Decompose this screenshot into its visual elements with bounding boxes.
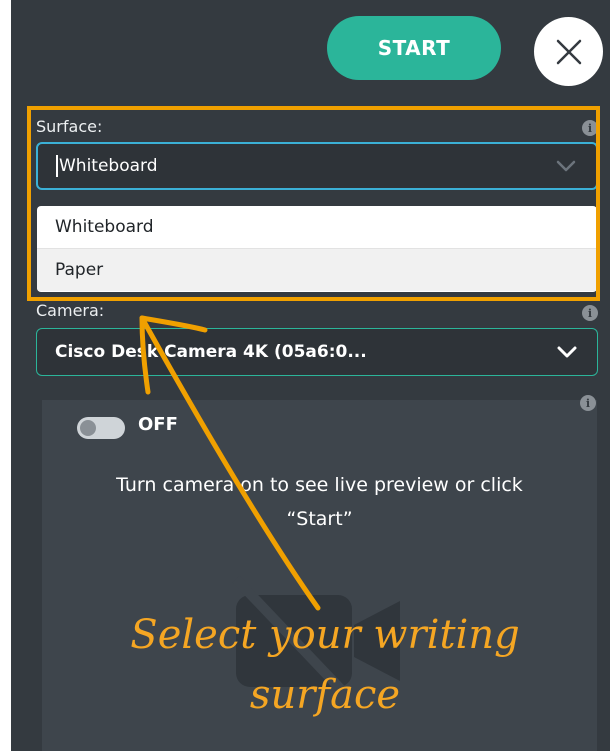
surface-label: Surface:: [36, 117, 103, 136]
camera-selected-value: Cisco Desk Camera 4K (05a6:0...: [55, 342, 367, 362]
chevron-down-icon: [556, 160, 576, 172]
surface-option-whiteboard[interactable]: Whiteboard: [37, 206, 597, 249]
info-icon[interactable]: i: [582, 305, 598, 321]
preview-message-line2: “Start”: [286, 508, 353, 530]
close-button[interactable]: [534, 17, 603, 86]
camera-select[interactable]: Cisco Desk Camera 4K (05a6:0...: [36, 328, 598, 376]
info-icon[interactable]: i: [582, 120, 598, 136]
preview-message-line1: Turn camera on to see live preview or cl…: [116, 474, 523, 496]
surface-select[interactable]: Whiteboard: [36, 142, 598, 190]
camera-toggle-label: OFF: [138, 414, 178, 435]
info-icon[interactable]: i: [580, 395, 596, 411]
surface-dropdown: Whiteboard Paper: [37, 206, 597, 292]
camera-label: Camera:: [36, 301, 105, 320]
surface-selected-value: Whiteboard: [59, 156, 158, 176]
preview-message: Turn camera on to see live preview or cl…: [42, 468, 597, 536]
close-icon: [556, 39, 581, 64]
start-button-label: START: [377, 36, 451, 60]
start-button[interactable]: START: [327, 16, 501, 80]
camera-toggle[interactable]: [77, 417, 125, 439]
surface-option-paper[interactable]: Paper: [37, 249, 597, 291]
chevron-down-icon: [557, 346, 577, 358]
annotation-line2: surface: [249, 672, 401, 718]
text-cursor: [56, 155, 58, 177]
annotation-line1: Select your writing: [130, 612, 520, 658]
annotation-text: Select your writing surface: [110, 605, 540, 725]
toggle-knob: [80, 420, 96, 436]
